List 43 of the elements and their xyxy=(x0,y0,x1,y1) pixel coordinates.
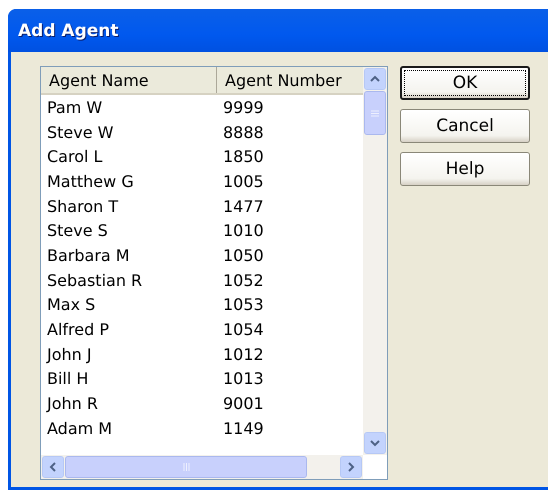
table-cell-text: Adam M xyxy=(46,418,114,438)
table-cell-text: 9999 xyxy=(222,98,264,117)
table-cell-text: 1053 xyxy=(222,295,264,314)
table-cell-text: Pam W xyxy=(46,98,104,117)
table-cell-text: John J xyxy=(45,344,93,364)
table-cell-text: Sebastian R xyxy=(46,270,144,290)
table-cell-text: 1013 xyxy=(222,369,264,388)
agent-list[interactable] xyxy=(40,66,388,480)
table-cell-text: 1012 xyxy=(222,344,264,364)
table-cell-text: 1005 xyxy=(222,172,264,191)
table-cell-text: Max S xyxy=(46,295,96,314)
scroll-down-icon[interactable] xyxy=(364,432,386,454)
window-title: Add Agent xyxy=(17,20,118,40)
vertical-scrollbar[interactable] xyxy=(363,67,387,455)
dialog-button[interactable]: OK xyxy=(400,66,530,100)
table-cell-text: Steve W xyxy=(46,122,114,142)
table-cell-text: Sharon T xyxy=(46,196,120,216)
scroll-thumb[interactable] xyxy=(364,91,386,135)
dialog-button[interactable]: Cancel xyxy=(400,109,530,143)
table-cell-text: Alfred P xyxy=(46,320,110,340)
dialog-button[interactable]: Help xyxy=(400,152,530,186)
table-cell-text: Barbara M xyxy=(46,246,131,265)
table-cell-text: 1052 xyxy=(222,270,264,290)
table-cell-text: 9001 xyxy=(222,394,264,414)
table-cell-text: 1850 xyxy=(222,147,264,166)
table-cell-text: 1010 xyxy=(222,221,264,240)
table-cell-text: 1050 xyxy=(222,246,264,265)
table-cell-text: Steve S xyxy=(46,221,109,240)
table-cell-text: Bill H xyxy=(46,369,90,388)
table-cell-text: 1477 xyxy=(222,196,264,216)
table-cell-text: 8888 xyxy=(222,122,264,142)
table-cell-text: Matthew G xyxy=(46,172,135,191)
scroll-right-icon[interactable] xyxy=(340,456,362,478)
column-header[interactable]: Agent Number xyxy=(217,67,363,93)
table-cell-text: 1149 xyxy=(222,418,264,438)
horizontal-scrollbar[interactable] xyxy=(41,455,363,479)
column-header[interactable]: Agent Name xyxy=(41,67,217,93)
scroll-up-icon[interactable] xyxy=(364,68,386,90)
scroll-thumb[interactable] xyxy=(65,456,307,478)
table-cell-text: John R xyxy=(45,394,99,414)
table-cell-text: Carol L xyxy=(46,147,104,166)
scroll-left-icon[interactable] xyxy=(42,456,64,478)
table-cell-text: 1054 xyxy=(222,320,264,340)
